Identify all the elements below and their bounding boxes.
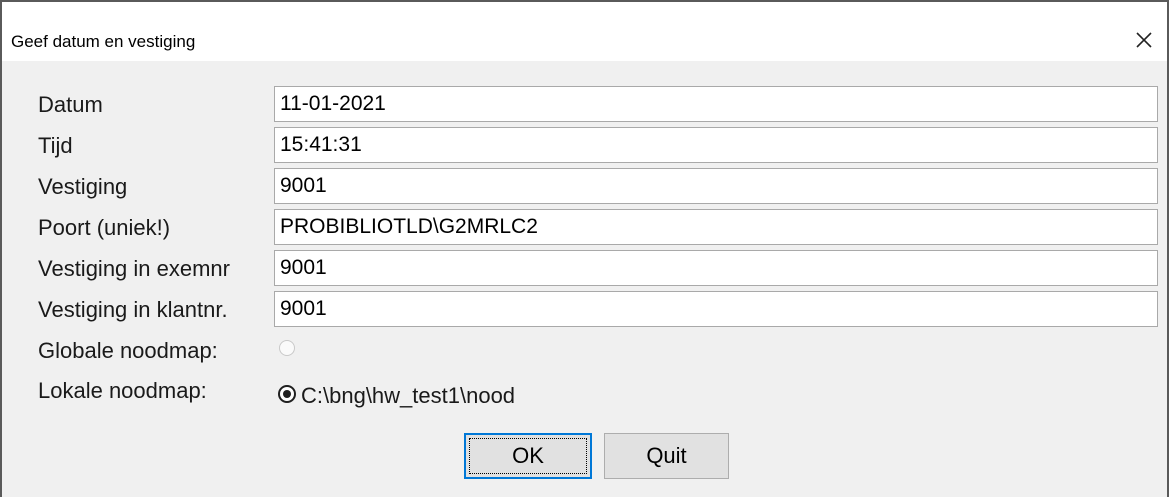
vestiging-exemnr-label: Vestiging in exemnr [38,256,230,281]
quit-button-label: Quit [646,443,687,468]
close-button[interactable] [1121,22,1167,58]
globale-noodmap-label: Globale noodmap: [38,338,218,363]
vestiging-field[interactable] [274,168,1158,204]
tijd-field[interactable] [274,127,1158,163]
ok-button[interactable]: OK [464,433,592,479]
vestiging-klantnr-label: Vestiging in klantnr. [38,297,228,322]
title-bar: Geef datum en vestiging [2,2,1167,61]
dialog-window: Geef datum en vestiging Datum Tijd Vesti… [0,0,1169,497]
vestiging-exemnr-field[interactable] [274,250,1158,286]
vestiging-klantnr-field[interactable] [274,291,1158,327]
globale-noodmap-radio[interactable] [279,340,295,356]
datum-label: Datum [38,92,103,117]
vestiging-label: Vestiging [38,174,128,199]
quit-button[interactable]: Quit [604,433,729,479]
poort-field[interactable] [274,209,1158,245]
ok-button-label: OK [512,443,544,468]
close-icon [1136,32,1152,48]
window-title: Geef datum en vestiging [11,32,196,51]
datum-field[interactable] [274,86,1158,122]
lokale-noodmap-radio[interactable] [278,385,296,403]
lokale-noodmap-label: Lokale noodmap: [38,378,207,403]
tijd-label: Tijd [38,133,73,158]
lokale-noodmap-path[interactable]: C:\bng\hw_test1\nood [301,383,515,409]
poort-label: Poort (uniek!) [38,215,171,240]
